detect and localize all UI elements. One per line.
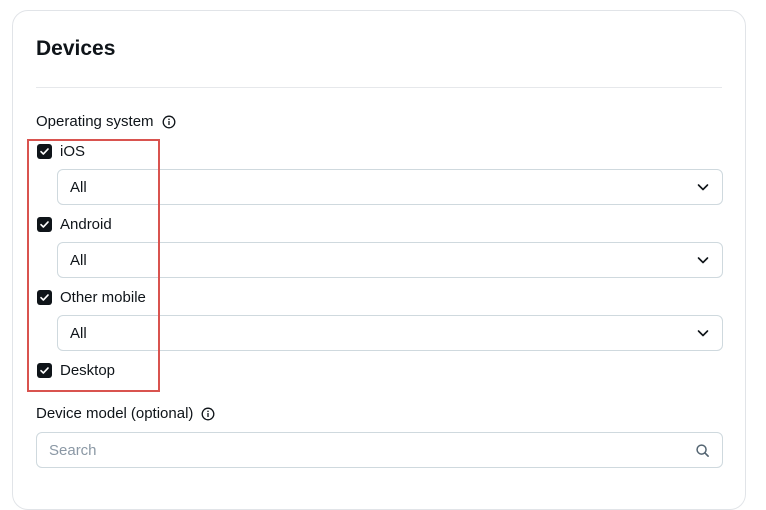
optional-tag: (optional) [130,405,194,422]
chevron-down-icon [697,257,709,264]
device-model-search[interactable] [36,432,723,468]
device-model-label-row: Device model (optional) [36,404,215,424]
section-title: Devices [36,37,116,60]
select-value: All [70,324,87,342]
checkbox-label: Android [60,215,112,233]
android-version-select[interactable]: All [57,242,723,278]
device-model-search-input[interactable] [49,441,695,459]
checkbox-checked-icon[interactable] [37,362,52,378]
search-icon[interactable] [695,443,710,458]
checkbox-label: Other mobile [60,288,146,306]
checkbox-other-mobile[interactable]: Other mobile [37,287,146,307]
chevron-down-icon [697,330,709,337]
info-icon[interactable] [201,407,215,421]
checkbox-checked-icon[interactable] [37,143,52,159]
other-mobile-version-select[interactable]: All [57,315,723,351]
operating-system-label-row: Operating system [36,112,176,132]
ios-version-select[interactable]: All [57,169,723,205]
checkbox-desktop[interactable]: Desktop [37,360,115,380]
select-value: All [70,251,87,269]
chevron-down-icon [697,184,709,191]
select-value: All [70,178,87,196]
checkbox-android[interactable]: Android [37,214,112,234]
checkbox-label: iOS [60,142,86,160]
checkbox-label: Desktop [60,361,116,379]
operating-system-label: Operating system [36,113,154,130]
device-model-label: Device model [36,405,127,422]
checkbox-checked-icon[interactable] [37,289,52,305]
checkbox-ios[interactable]: iOS [37,141,85,161]
divider [36,87,722,88]
checkbox-checked-icon[interactable] [37,216,52,232]
info-icon[interactable] [162,115,176,129]
